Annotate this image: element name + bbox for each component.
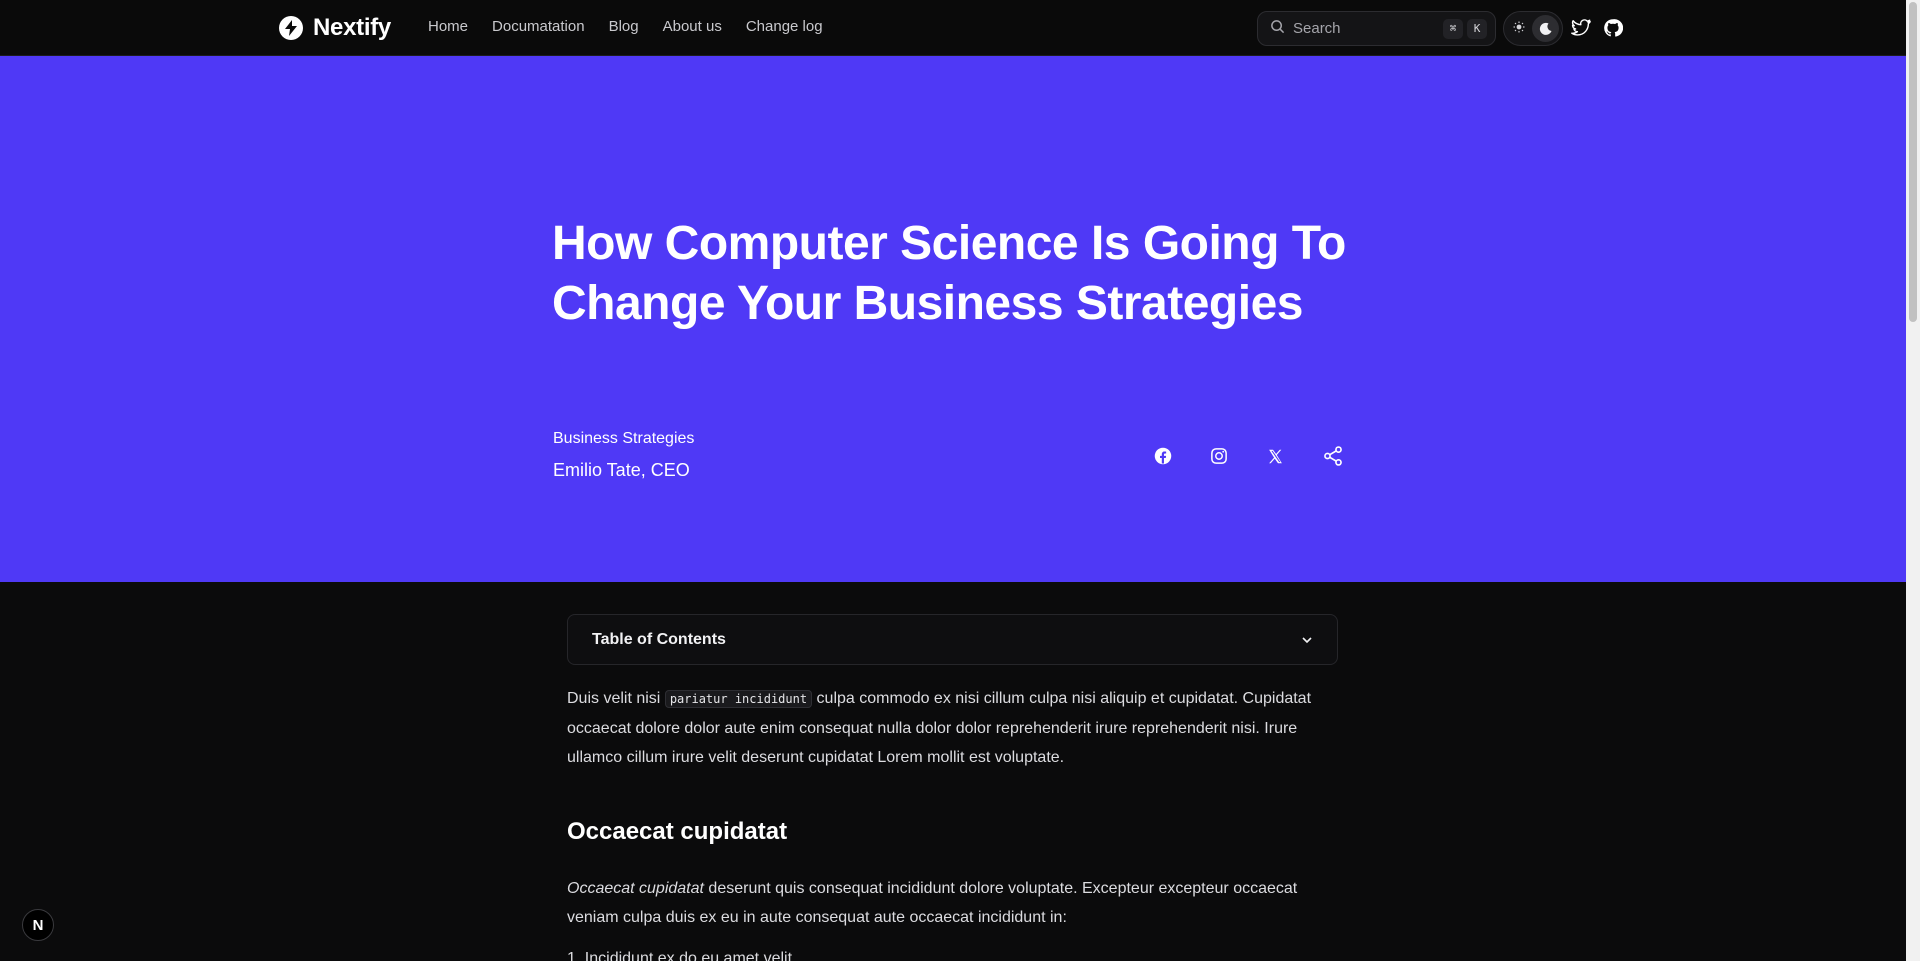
- search-placeholder: Search: [1293, 20, 1341, 37]
- theme-toggle[interactable]: [1503, 11, 1563, 46]
- hero-section: How Computer Science Is Going To Change …: [0, 56, 1906, 582]
- moon-icon[interactable]: [1532, 15, 1559, 42]
- nav-link-blog[interactable]: Blog: [609, 18, 639, 35]
- nav-link-about[interactable]: About us: [663, 18, 722, 35]
- sun-icon[interactable]: [1513, 20, 1525, 38]
- article-title: How Computer Science Is Going To Change …: [552, 217, 1346, 330]
- kbd-k: K: [1467, 18, 1487, 39]
- twitter-icon[interactable]: [1569, 16, 1593, 40]
- nav-link-home[interactable]: Home: [428, 18, 468, 35]
- scrollbar-thumb[interactable]: [1909, 2, 1917, 322]
- nav-link-changelog[interactable]: Change log: [746, 18, 823, 35]
- brand-name: Nextify: [313, 14, 391, 41]
- table-of-contents-toggle[interactable]: Table of Contents: [567, 614, 1338, 665]
- facebook-icon[interactable]: [1151, 444, 1175, 468]
- nextjs-dev-badge[interactable]: N: [22, 909, 54, 941]
- instagram-icon[interactable]: [1207, 444, 1231, 468]
- search-icon: [1270, 19, 1285, 39]
- intro-paragraph: Duis velit nisi pariatur incididunt culp…: [567, 684, 1347, 772]
- inline-code: pariatur incididunt: [664, 690, 813, 708]
- nav-link-documentation[interactable]: Documatation: [492, 18, 585, 35]
- github-icon[interactable]: [1601, 16, 1625, 40]
- chevron-down-icon: [1301, 631, 1313, 649]
- section-paragraph: Occaecat cupidatat deserunt quis consequ…: [567, 874, 1347, 932]
- lightning-logo-icon: [279, 16, 303, 40]
- article-author: Emilio Tate, CEO: [553, 460, 690, 480]
- brand-link[interactable]: Nextify: [279, 14, 391, 42]
- page-scrollbar[interactable]: [1906, 0, 1920, 961]
- list-item: 1. Incididunt ex do eu amet velit: [567, 950, 793, 961]
- search-button[interactable]: Search ⌘ K: [1257, 11, 1496, 46]
- kbd-cmd: ⌘: [1443, 18, 1463, 39]
- x-icon[interactable]: [1263, 444, 1287, 468]
- intro-text-start: Duis velit nisi: [567, 690, 665, 707]
- emphasized-text: Occaecat cupidatat: [567, 880, 704, 897]
- toc-title: Table of Contents: [592, 630, 726, 648]
- share-icon[interactable]: [1321, 444, 1345, 468]
- top-navbar: Nextify Home Documatation Blog About us …: [0, 0, 1906, 56]
- section-heading: Occaecat cupidatat: [567, 818, 788, 845]
- nav-links: Home Documatation Blog About us Change l…: [428, 18, 823, 35]
- article-category[interactable]: Business Strategies: [553, 430, 694, 448]
